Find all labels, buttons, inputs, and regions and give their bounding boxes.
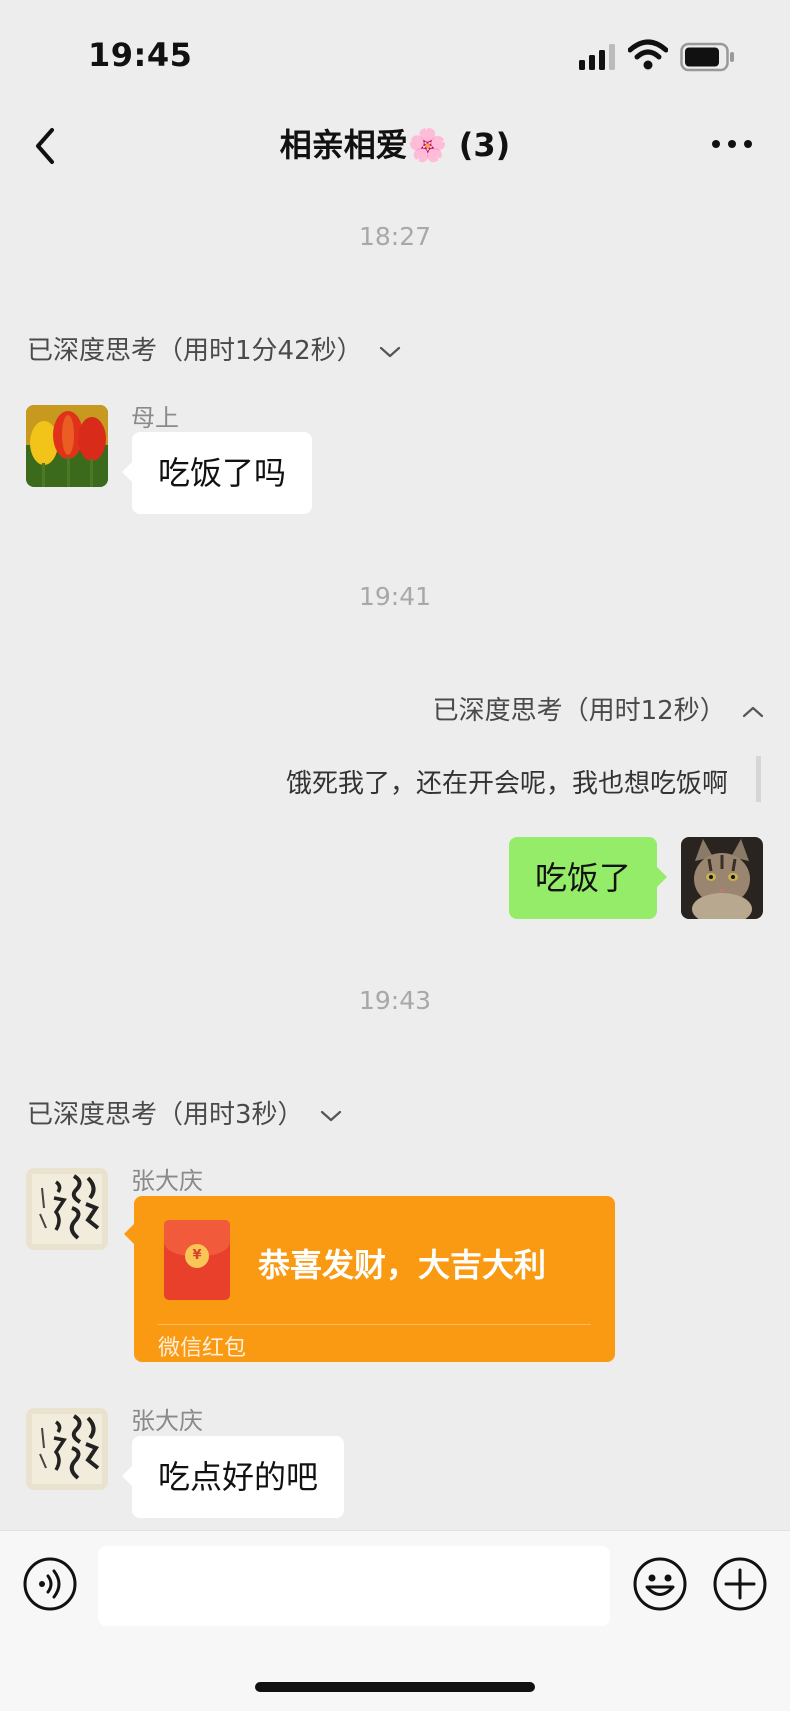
- avatar[interactable]: [26, 1408, 108, 1490]
- message-input[interactable]: [98, 1546, 610, 1626]
- yuan-coin-icon: ¥: [185, 1244, 209, 1268]
- chevron-down-icon: [379, 346, 401, 357]
- avatar[interactable]: [26, 1168, 108, 1250]
- plus-icon[interactable]: [712, 1556, 768, 1612]
- status-time: 19:45: [88, 36, 193, 74]
- red-packet-label: 微信红包: [158, 1336, 247, 1361]
- message-bubble[interactable]: 吃饭了吗: [121, 432, 313, 514]
- ellipsis-icon[interactable]: [710, 132, 754, 156]
- sender-name: 母上: [131, 404, 179, 432]
- signal-icon: [579, 44, 615, 70]
- red-packet-icon: ¥: [164, 1220, 230, 1300]
- thinking-toggle[interactable]: 已深度思考（用时12秒）: [433, 690, 764, 727]
- home-indicator[interactable]: [255, 1682, 535, 1692]
- avatar[interactable]: [26, 405, 108, 487]
- thinking-label: 已深度思考（用时1分42秒）: [27, 336, 363, 366]
- divider: [158, 1324, 591, 1325]
- timestamp: 19:41: [358, 582, 432, 611]
- chat-title: 相亲相爱🌸 (3): [279, 126, 511, 164]
- voice-icon[interactable]: [22, 1556, 78, 1612]
- red-packet-card[interactable]: ¥ 恭喜发财，大吉大利 微信红包: [124, 1196, 615, 1362]
- thinking-label: 已深度思考（用时12秒）: [432, 696, 726, 726]
- red-packet-title: 恭喜发财，大吉大利: [258, 1246, 547, 1284]
- chevron-up-icon: [742, 706, 764, 717]
- chevron-down-icon: [320, 1110, 341, 1121]
- battery-icon: [680, 42, 734, 72]
- thinking-toggle[interactable]: 已深度思考（用时1分42秒）: [27, 330, 401, 367]
- emoji-icon[interactable]: [632, 1556, 688, 1612]
- timestamp: 18:27: [358, 222, 432, 251]
- quote-bar: [756, 756, 761, 802]
- wifi-icon: [628, 39, 668, 70]
- my-message-bubble[interactable]: 吃饭了: [508, 837, 668, 919]
- sender-name: 张大庆: [131, 1167, 203, 1195]
- thinking-content: 饿死我了，还在开会呢，我也想吃饭啊: [285, 769, 728, 799]
- my-avatar[interactable]: [681, 837, 763, 919]
- sender-name: 张大庆: [131, 1407, 203, 1435]
- timestamp: 19:43: [358, 986, 432, 1015]
- message-bubble[interactable]: 吃点好的吧: [121, 1436, 345, 1518]
- thinking-toggle[interactable]: 已深度思考（用时3秒）: [27, 1094, 342, 1131]
- thinking-label: 已深度思考（用时3秒）: [27, 1100, 304, 1130]
